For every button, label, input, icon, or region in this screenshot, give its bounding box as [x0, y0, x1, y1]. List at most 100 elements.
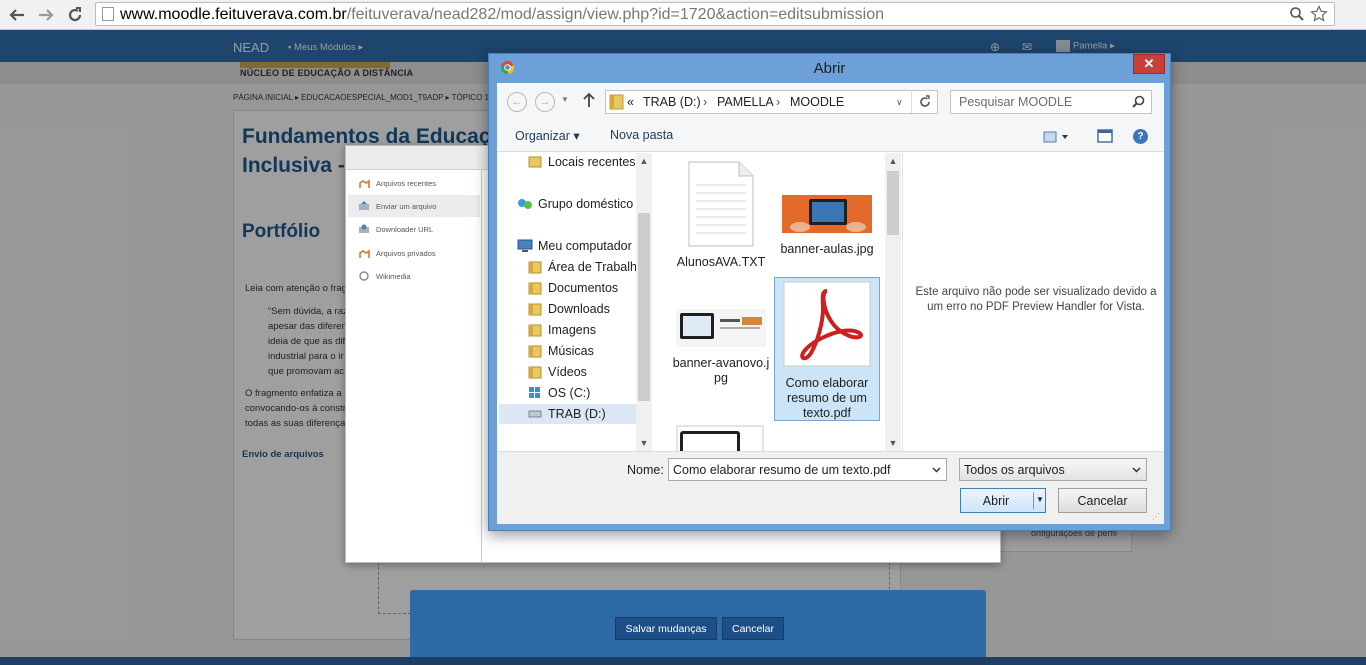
refresh-icon[interactable] — [918, 94, 932, 115]
scroll-down-icon[interactable]: ▼ — [885, 435, 901, 451]
nav-label: Downloads — [548, 302, 610, 316]
file-item[interactable]: AlunosAVA.TXT — [668, 161, 774, 271]
url-path: /feituverava/nead282/mod/assign/view.php… — [346, 6, 885, 23]
resize-grip-icon[interactable]: ⋰ — [1152, 512, 1160, 521]
files-scrollbar[interactable]: ▲ ▼ — [885, 153, 901, 451]
open-options-dropdown-icon[interactable]: ▼ — [1036, 495, 1044, 504]
new-folder-button[interactable]: Nova pasta — [610, 128, 673, 142]
dialog-footer: Nome: Como elaborar resumo de um texto.p… — [497, 451, 1164, 524]
nav-label: OS (C:) — [548, 386, 591, 400]
preview-pane-icon[interactable] — [1097, 129, 1113, 148]
nav-item-desktop[interactable]: Área de Trabalho — [527, 257, 644, 277]
scroll-up-icon[interactable]: ▲ — [885, 153, 901, 169]
file-item-partial[interactable] — [676, 425, 764, 451]
close-icon[interactable]: ✕ — [1133, 54, 1165, 74]
nav-item-recent[interactable]: Locais recentes — [527, 152, 636, 172]
nav-scroll-thumb[interactable] — [638, 213, 650, 401]
divider — [911, 91, 912, 113]
nav-item-downloads[interactable]: Downloads — [527, 299, 610, 319]
nav-scrollbar[interactable]: ▲ ▼ — [636, 153, 652, 451]
path-breadcrumb[interactable]: « TRAB (D:) › PAMELLA › MOODLE ∨ — [605, 90, 938, 114]
scroll-down-icon[interactable]: ▼ — [636, 435, 652, 451]
file-picker-repositories: Arquivos recentes Enviar um arquivo Down… — [346, 170, 482, 562]
nav-label: Imagens — [548, 323, 596, 337]
nav-label: Vídeos — [548, 365, 587, 379]
repo-label: Arquivos recentes — [376, 178, 437, 188]
nav-item-os-drive[interactable]: OS (C:) — [527, 383, 590, 403]
upload-icon — [358, 201, 370, 211]
file-type-select[interactable]: Todos os arquivos — [959, 458, 1147, 481]
file-name: AlunosAVA.TXT — [676, 255, 766, 269]
chevron-down-icon[interactable] — [1129, 462, 1143, 478]
forward-icon[interactable]: → — [535, 92, 555, 112]
forward-arrow-icon[interactable] — [35, 4, 57, 26]
nav-item-music[interactable]: Músicas — [527, 341, 594, 361]
back-arrow-icon[interactable] — [6, 4, 28, 26]
save-changes-button[interactable]: Salvar mudanças — [615, 617, 717, 640]
file-name-input[interactable]: Como elaborar resumo de um texto.pdf — [668, 458, 947, 481]
file-name: banner-aulas.jpg — [780, 242, 874, 256]
file-type-value: Todos os arquivos — [964, 463, 1065, 477]
up-folder-icon[interactable] — [582, 92, 596, 113]
file-name-value: Como elaborar resumo de um texto.pdf — [673, 463, 891, 477]
chevron-down-icon[interactable]: ∨ — [896, 97, 903, 108]
file-name-line: banner-avanovo.j — [672, 356, 770, 370]
search-input[interactable]: Pesquisar MOODLE — [950, 90, 1152, 114]
repo-label: Enviar um arquivo — [376, 201, 437, 211]
wikimedia-icon — [358, 271, 370, 281]
files-scroll-thumb[interactable] — [887, 171, 899, 235]
navigation-pane: Locais recentes Grupo doméstico Meu comp… — [497, 153, 652, 451]
search-icon[interactable] — [1132, 95, 1145, 113]
file-name-label: Nome: — [627, 463, 664, 477]
path-segment[interactable]: TRAB (D:) — [643, 95, 701, 109]
file-item[interactable]: banner-avanovo.j pg — [668, 279, 774, 389]
view-options-icon[interactable] — [1043, 130, 1071, 148]
text-file-icon — [688, 161, 754, 252]
nav-item-homegroup[interactable]: Grupo doméstico — [517, 194, 633, 214]
nav-label: TRAB (D:) — [548, 407, 606, 421]
drive-icon — [527, 407, 543, 421]
zoom-icon[interactable] — [1289, 6, 1305, 27]
nav-item-pictures[interactable]: Imagens — [527, 320, 596, 340]
repo-url-downloader[interactable]: Downloader URL — [348, 218, 480, 240]
repo-recent-files[interactable]: Arquivos recentes — [348, 172, 480, 194]
repo-upload-file[interactable]: Enviar um arquivo — [348, 195, 480, 217]
file-name-line: resumo de um — [787, 391, 867, 405]
organize-button[interactable]: Organizar ▾ — [515, 128, 580, 143]
reload-icon[interactable] — [64, 4, 86, 26]
help-icon[interactable]: ? — [1133, 129, 1148, 144]
dialog-body: ← → ▼ « TRAB (D:) › PAMELLA › MOODLE ∨ P… — [497, 83, 1164, 524]
nav-item-documents[interactable]: Documentos — [527, 278, 618, 298]
divider — [1033, 492, 1034, 509]
path-segment[interactable]: PAMELLA — [717, 95, 774, 109]
cancel-button[interactable]: Cancelar — [722, 617, 784, 640]
open-button[interactable]: Abrir ▼ — [960, 488, 1046, 513]
folder-icon — [527, 323, 543, 337]
recent-locations-dropdown-icon[interactable]: ▼ — [561, 95, 569, 104]
repo-label: Downloader URL — [376, 224, 434, 234]
path-separator: › — [776, 95, 781, 109]
scroll-up-icon[interactable]: ▲ — [636, 153, 652, 169]
nav-item-videos[interactable]: Vídeos — [527, 362, 587, 382]
address-toolbar: ← → ▼ « TRAB (D:) › PAMELLA › MOODLE ∨ P… — [497, 83, 1164, 120]
search-placeholder: Pesquisar MOODLE — [959, 95, 1073, 109]
file-item[interactable]: banner-aulas.jpg — [774, 161, 880, 271]
file-item-selected[interactable]: Como elaborar resumo de um texto.pdf — [774, 277, 880, 421]
nav-label: Meu computador — [538, 239, 632, 253]
path-prefix: « — [627, 95, 634, 109]
nav-item-computer[interactable]: Meu computador — [517, 236, 632, 256]
address-bar[interactable]: www.moodle.feituverava.com.br/feituverav… — [95, 2, 1335, 26]
repo-wikimedia[interactable]: Wikimedia — [348, 265, 480, 287]
nav-item-trab-drive[interactable]: TRAB (D:) — [499, 404, 636, 424]
path-segment[interactable]: MOODLE — [790, 95, 844, 109]
url-text: www.moodle.feituverava.com.br/feituverav… — [120, 6, 884, 24]
chevron-down-icon[interactable] — [929, 462, 943, 478]
repo-private-files[interactable]: Arquivos privados — [348, 242, 480, 264]
open-file-dialog: Abrir ✕ ← → ▼ « TRAB (D:) › PAMELLA › MO… — [488, 53, 1171, 531]
cancel-button[interactable]: Cancelar — [1058, 488, 1147, 513]
recent-icon — [527, 155, 543, 169]
bookmark-star-icon[interactable] — [1310, 5, 1328, 28]
back-icon[interactable]: ← — [507, 92, 527, 112]
dialog-titlebar[interactable]: Abrir ✕ — [489, 54, 1170, 82]
moodle-icon — [358, 178, 370, 188]
